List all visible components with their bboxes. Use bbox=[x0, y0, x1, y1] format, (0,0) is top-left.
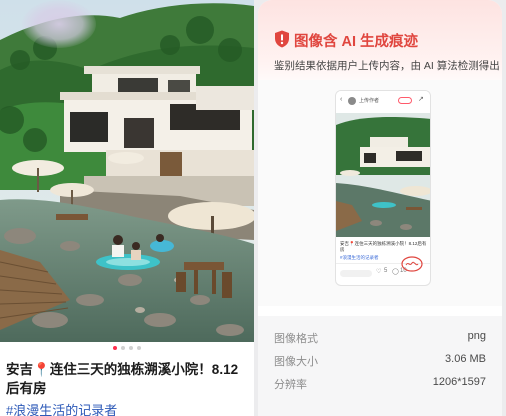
post-image[interactable] bbox=[0, 0, 254, 342]
info-value: 1206*1597 bbox=[432, 376, 486, 388]
thumbnail-topbar: ‹ 上传作者 ↗ bbox=[336, 91, 430, 111]
preview-area: ‹ 上传作者 ↗ 安吉📍连住三天的独栋溯溪小院！8.12后有房 #浪漫生活的记录… bbox=[258, 80, 502, 306]
post-card: 安吉📍连住三天的独栋溯溪小院！8.12后有房 #浪漫生活的记录者 bbox=[0, 0, 254, 416]
privacy-blur bbox=[22, 0, 96, 48]
back-icon: ‹ bbox=[340, 96, 343, 103]
post-title: 安吉📍连住三天的独栋溯溪小院！8.12后有房 bbox=[6, 360, 250, 398]
carousel-indicator bbox=[0, 346, 254, 354]
info-value: png bbox=[467, 330, 486, 342]
thumbnail-image bbox=[336, 113, 430, 237]
info-row-size: 图像大小 3.06 MB bbox=[274, 353, 486, 369]
post-hashtag[interactable]: #浪漫生活的记录者 bbox=[6, 400, 117, 416]
carousel-dot-active bbox=[113, 346, 117, 350]
image-info-list: 图像格式 png 图像大小 3.06 MB 分辨率 1206*1597 bbox=[258, 316, 502, 416]
comment-input bbox=[340, 270, 372, 277]
info-label: 图像大小 bbox=[274, 356, 318, 368]
panel-subtitle: 鉴别结果依据用户上传内容，由 AI 算法检测得出 bbox=[274, 60, 500, 72]
location-pin-icon: 📍 bbox=[33, 362, 50, 377]
info-label: 图像格式 bbox=[274, 333, 318, 345]
ai-detection-panel: 图像含 AI 生成痕迹 鉴别结果依据用户上传内容，由 AI 算法检测得出 ‹ 上… bbox=[258, 0, 502, 416]
follow-button bbox=[398, 97, 412, 104]
panel-header: 图像含 AI 生成痕迹 鉴别结果依据用户上传内容，由 AI 算法检测得出 bbox=[258, 0, 502, 92]
comment-icon: ◯ bbox=[392, 269, 399, 275]
ai-detected-stamp-icon bbox=[401, 256, 423, 272]
share-icon: ↗ bbox=[418, 96, 424, 103]
carousel-dot bbox=[129, 346, 133, 350]
info-row-format: 图像格式 png bbox=[274, 330, 486, 346]
heart-icon: ♡ bbox=[376, 269, 382, 275]
info-value: 3.06 MB bbox=[445, 353, 486, 365]
shield-alert-icon bbox=[275, 30, 289, 48]
thumbnail-user-name: 上传作者 bbox=[359, 98, 380, 104]
panel-title: 图像含 AI 生成痕迹 bbox=[294, 34, 419, 50]
thumbnail-hashtag: #浪漫生活的记录者 bbox=[340, 255, 379, 260]
carousel-dot bbox=[121, 346, 125, 350]
comment-count: 5 bbox=[384, 268, 388, 274]
info-label: 分辨率 bbox=[274, 379, 307, 391]
info-row-resolution: 分辨率 1206*1597 bbox=[274, 376, 486, 392]
screen: 安吉📍连住三天的独栋溯溪小院！8.12后有房 #浪漫生活的记录者 图像含 AI … bbox=[0, 0, 506, 416]
thumbnail-caption: 安吉📍连住三天的独栋溯溪小院！8.12后有房 bbox=[340, 241, 427, 252]
avatar bbox=[348, 97, 356, 105]
post-title-prefix: 安吉 bbox=[6, 362, 33, 377]
carousel-dot bbox=[137, 346, 141, 350]
